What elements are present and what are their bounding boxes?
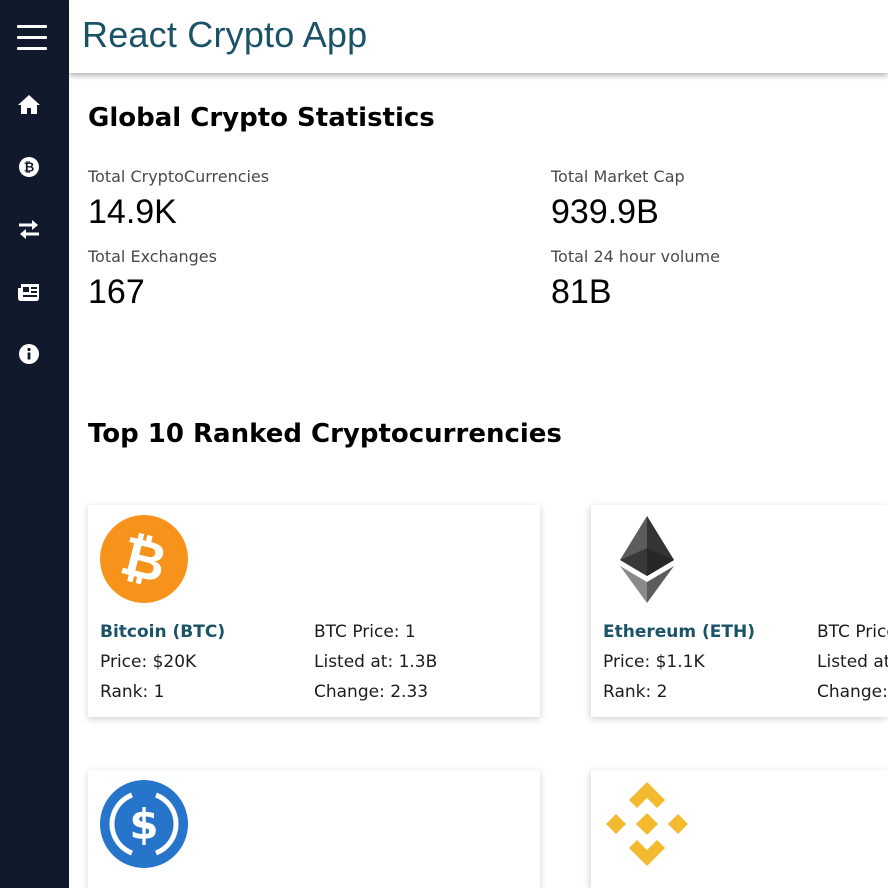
stat-label-total-24h-volume: Total 24 hour volume bbox=[551, 247, 720, 266]
coin-btc-price: BTC Price: 1 bbox=[314, 622, 416, 642]
coin-rank: Rank: 1 bbox=[100, 682, 165, 702]
sidebar-item-home[interactable] bbox=[17, 92, 41, 116]
stat-label-total-cryptocurrencies: Total CryptoCurrencies bbox=[88, 167, 270, 186]
coin-name[interactable]: Bitcoin (BTC) bbox=[100, 622, 225, 642]
svg-text:$: $ bbox=[129, 800, 158, 849]
coin-change: Change: bbox=[817, 682, 888, 702]
bitcoin-icon: ₿ bbox=[19, 157, 39, 177]
coin-card-ethereum[interactable]: Ethereum (ETH) Price: $1.1K Rank: 2 BTC … bbox=[591, 505, 888, 717]
sidebar-item-exchanges[interactable] bbox=[17, 217, 41, 241]
coin-name[interactable]: Ethereum (ETH) bbox=[603, 622, 755, 642]
stat-value-total-market-cap: 939.9B bbox=[551, 193, 659, 231]
sidebar-item-info[interactable] bbox=[17, 342, 41, 366]
coin-price: Price: $1.1K bbox=[603, 652, 705, 672]
news-icon bbox=[18, 284, 39, 301]
top10-heading: Top 10 Ranked Cryptocurrencies bbox=[88, 419, 562, 449]
sidebar-item-news[interactable] bbox=[17, 280, 41, 304]
bitcoin-logo-icon: ₿ bbox=[100, 515, 188, 603]
hamburger-menu-icon[interactable] bbox=[17, 25, 47, 51]
coin-listed-at: Listed at: 1.3B bbox=[314, 652, 438, 672]
usd-coin-logo-icon: $ bbox=[100, 780, 188, 868]
stat-value-total-24h-volume: 81B bbox=[551, 273, 612, 311]
exchange-arrows-icon bbox=[19, 220, 39, 239]
ethereum-logo-icon bbox=[620, 516, 674, 603]
coin-card-binance-coin[interactable] bbox=[591, 770, 888, 888]
app-title[interactable]: React Crypto App bbox=[82, 14, 367, 56]
svg-text:₿: ₿ bbox=[24, 161, 35, 176]
coin-card-bitcoin[interactable]: ₿ Bitcoin (BTC) Price: $20K Rank: 1 BTC … bbox=[88, 505, 540, 717]
app-header: React Crypto App bbox=[69, 0, 888, 73]
stat-value-total-cryptocurrencies: 14.9K bbox=[88, 193, 177, 231]
coin-rank: Rank: 2 bbox=[603, 682, 668, 702]
info-icon bbox=[19, 344, 39, 364]
stats-heading: Global Crypto Statistics bbox=[88, 103, 435, 133]
sidebar: ₿ bbox=[0, 0, 69, 888]
sidebar-item-cryptocurrencies[interactable]: ₿ bbox=[17, 155, 41, 179]
coin-change: Change: 2.33 bbox=[314, 682, 429, 702]
coin-listed-at: Listed at: bbox=[817, 652, 888, 672]
coin-card-usd-coin[interactable]: $ bbox=[88, 770, 540, 888]
home-icon bbox=[18, 95, 40, 114]
stat-label-total-market-cap: Total Market Cap bbox=[551, 167, 685, 186]
stat-label-total-exchanges: Total Exchanges bbox=[88, 247, 217, 266]
stat-value-total-exchanges: 167 bbox=[88, 273, 145, 311]
coin-price: Price: $20K bbox=[100, 652, 197, 672]
binance-coin-logo-icon bbox=[606, 782, 688, 866]
coin-btc-price: BTC Price: bbox=[817, 622, 888, 642]
